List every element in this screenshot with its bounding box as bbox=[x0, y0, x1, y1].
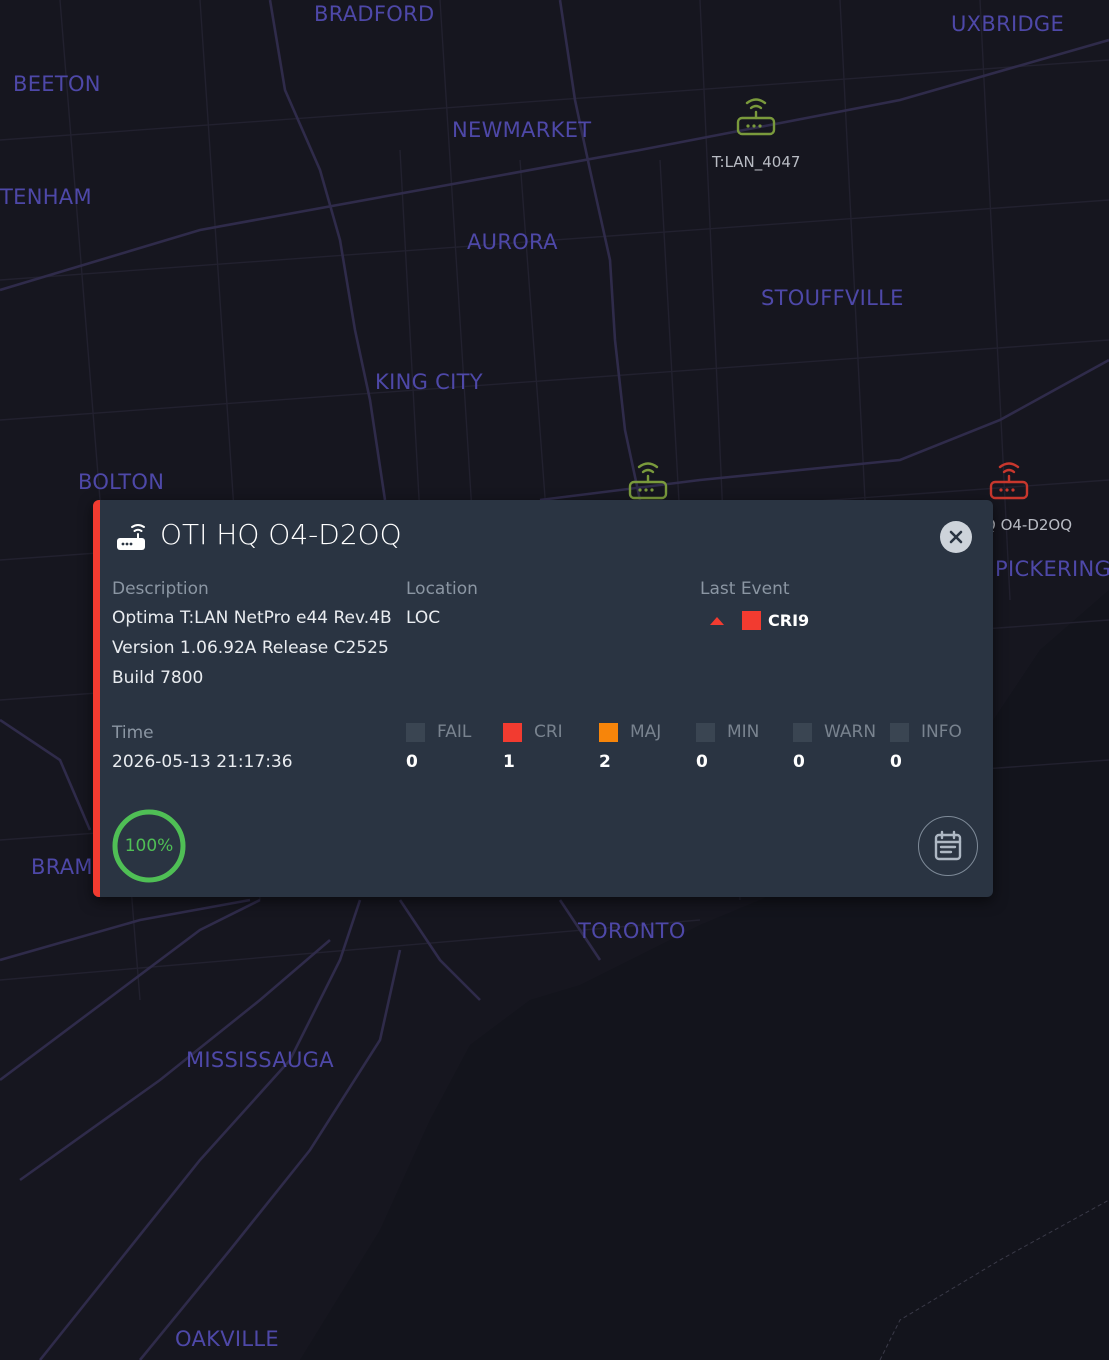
description-line: Build 7800 bbox=[112, 668, 204, 688]
severity-maj: MAJ bbox=[599, 722, 661, 742]
city-label-bram: BRAM bbox=[31, 855, 93, 879]
severity-count: 0 bbox=[406, 752, 418, 772]
last-event: CRI9 bbox=[710, 611, 809, 630]
severity-cri: CRI bbox=[503, 722, 563, 742]
last-event-label: Last Event bbox=[700, 579, 790, 599]
time-label: Time bbox=[112, 723, 154, 743]
severity-count: 2 bbox=[599, 752, 611, 772]
status-accent-bar bbox=[93, 500, 100, 897]
calendar-notes-icon bbox=[934, 830, 962, 861]
severity-fail: FAIL bbox=[406, 722, 471, 742]
marker-label: T:LAN_4047 bbox=[712, 153, 801, 171]
severity-name: INFO bbox=[921, 722, 962, 742]
severity-count: 1 bbox=[503, 752, 515, 772]
router-marker-icon[interactable] bbox=[626, 458, 670, 502]
severity-name: WARN bbox=[824, 722, 877, 742]
city-label-newmarket: NEWMARKET bbox=[452, 118, 592, 142]
severity-name: MAJ bbox=[630, 722, 662, 742]
critical-severity-swatch bbox=[742, 611, 761, 630]
severity-warn: WARN bbox=[793, 722, 876, 742]
device-popup: OTI HQ O4-D2OQ Description Optima T:LAN … bbox=[93, 500, 993, 897]
city-label-aurora: AURORA bbox=[467, 230, 558, 254]
severity-name: FAIL bbox=[437, 722, 472, 742]
last-event-value: CRI9 bbox=[768, 611, 810, 630]
severity-count: 0 bbox=[890, 752, 902, 772]
severity-info: INFO bbox=[890, 722, 962, 742]
city-label-stouffville: STOUFFVILLE bbox=[761, 286, 904, 310]
city-label-mississauga: MISSISSAUGA bbox=[186, 1048, 334, 1072]
city-label-pickering: PICKERING bbox=[995, 557, 1109, 581]
availability-value: 100% bbox=[124, 836, 174, 856]
marker-label: Q O4-D2OQ bbox=[984, 516, 1073, 534]
severity-swatch bbox=[406, 722, 425, 742]
city-label-beeton: BEETON bbox=[13, 72, 101, 96]
popup-title: OTI HQ O4-D2OQ bbox=[160, 518, 402, 551]
location-label: Location bbox=[406, 579, 478, 599]
severity-swatch bbox=[503, 722, 522, 742]
severity-count: 0 bbox=[793, 752, 805, 772]
close-icon bbox=[949, 530, 963, 544]
severity-name: MIN bbox=[727, 722, 760, 742]
time-value: 2026-05-13 21:17:36 bbox=[112, 752, 293, 772]
severity-swatch bbox=[599, 722, 618, 742]
severity-name: CRI bbox=[534, 722, 563, 742]
arrow-up-icon bbox=[710, 616, 724, 625]
router-marker-critical-icon[interactable] bbox=[987, 458, 1031, 502]
severity-count: 0 bbox=[696, 752, 708, 772]
city-label-bolton: BOLTON bbox=[78, 470, 165, 494]
city-label-toronto: TORONTO bbox=[578, 919, 686, 943]
router-marker-icon[interactable] bbox=[734, 94, 778, 138]
description-label: Description bbox=[112, 579, 209, 599]
location-value: LOC bbox=[406, 608, 441, 628]
city-label-uxbridge: UXBRIDGE bbox=[951, 12, 1065, 36]
router-icon bbox=[117, 524, 145, 550]
description-line: Optima T:LAN NetPro e44 Rev.4B bbox=[112, 608, 392, 628]
city-label-oakville: OAKVILLE bbox=[175, 1327, 279, 1351]
severity-min: MIN bbox=[696, 722, 759, 742]
severity-swatch bbox=[696, 722, 715, 742]
severity-swatch bbox=[793, 722, 812, 742]
event-log-button[interactable] bbox=[918, 816, 978, 876]
city-label-tenham: TENHAM bbox=[0, 185, 92, 209]
description-line: Version 1.06.92A Release C2525 bbox=[112, 638, 389, 658]
severity-swatch bbox=[890, 722, 909, 742]
city-label-bradford: BRADFORD bbox=[314, 2, 435, 26]
city-label-king-city: KING CITY bbox=[375, 370, 483, 394]
close-button[interactable] bbox=[940, 521, 972, 553]
